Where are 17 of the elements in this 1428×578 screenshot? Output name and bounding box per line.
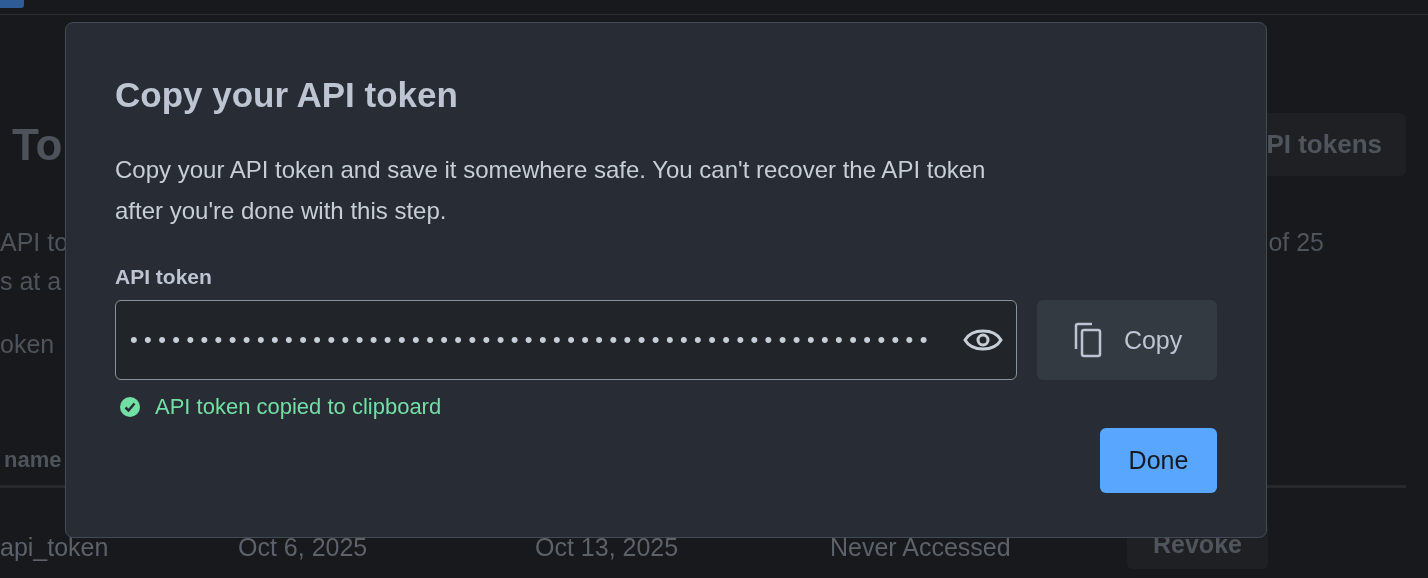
token-limit-text: of 25 <box>1268 228 1324 258</box>
status-message: API token copied to clipboard <box>155 394 442 420</box>
description-text: s at a <box>0 267 63 296</box>
table-cell: Oct 6, 2025 <box>238 533 368 561</box>
dialog-title: Copy your API token <box>115 75 459 115</box>
tab-indicator <box>0 0 24 8</box>
copy-button[interactable]: Copy <box>1037 300 1217 380</box>
table-cell: Oct 13, 2025 <box>535 533 679 561</box>
field-label: API token <box>115 265 212 288</box>
note-text: oken <box>0 330 55 358</box>
table-cell: api_token <box>0 533 109 561</box>
done-button[interactable]: Done <box>1100 428 1217 493</box>
token-field[interactable]: ••••••••••••••••••••••••••••••••••••••••••••••••••••••••• <box>115 300 1018 380</box>
page-heading: To <box>12 119 63 170</box>
dialog-message: Copy your API token and save it somewhere safe. You can't recover the API token after you're done with this step. <box>115 155 987 226</box>
table-cell: Never Accessed <box>830 533 1011 561</box>
column-header: name <box>4 447 62 472</box>
